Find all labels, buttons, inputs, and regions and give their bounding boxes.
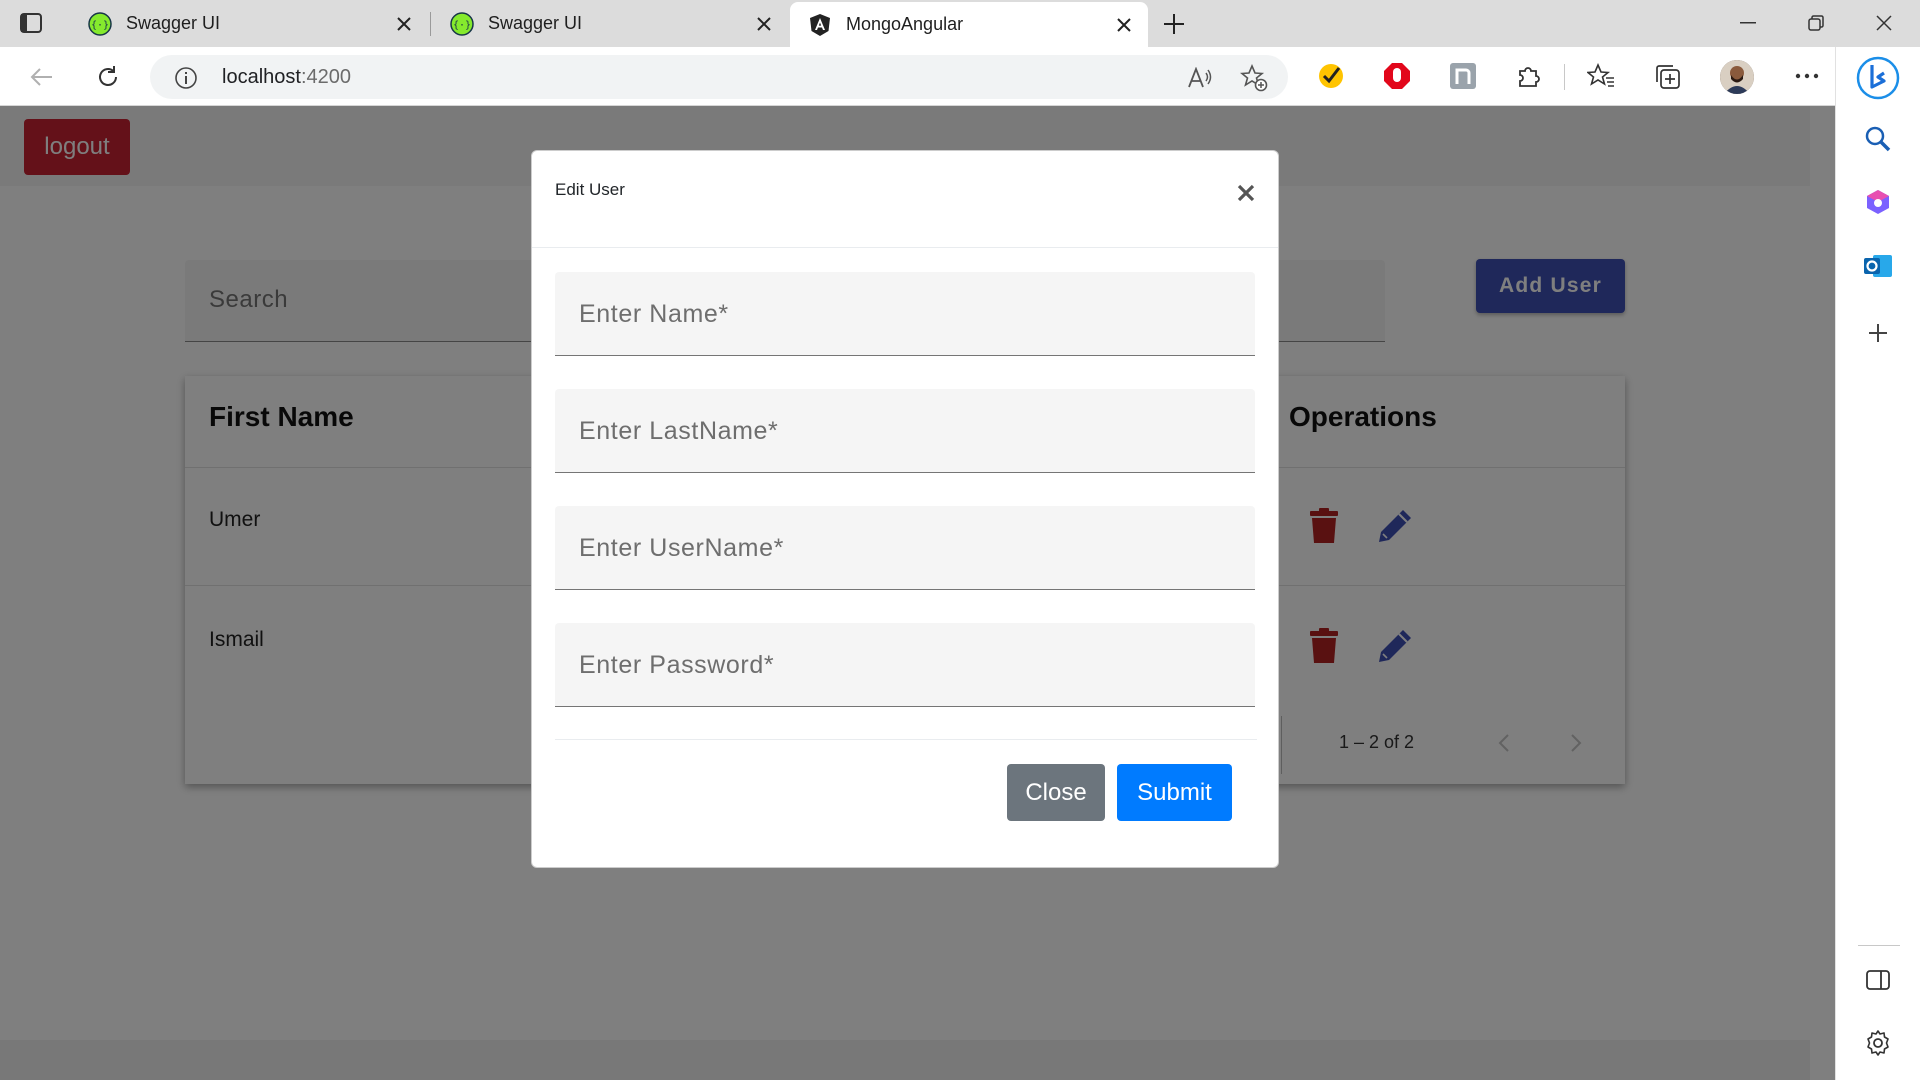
modal-title: Edit User (555, 180, 625, 199)
tab-title: MongoAngular (846, 14, 964, 34)
tab-actions-icon[interactable] (18, 11, 44, 35)
profile-avatar[interactable] (1720, 60, 1754, 94)
angular-icon (810, 13, 830, 36)
minimize-icon[interactable] (1733, 8, 1763, 38)
close-icon[interactable] (1114, 15, 1134, 35)
site-info-icon[interactable] (174, 66, 198, 90)
add-favorite-icon[interactable] (1240, 64, 1268, 92)
svg-text:{·}: {·} (453, 20, 471, 31)
office-icon[interactable] (1860, 184, 1896, 220)
address-bar[interactable]: localhost:4200 (150, 55, 1288, 99)
favorites-icon[interactable] (1584, 59, 1618, 93)
tab-mongoangular[interactable]: MongoAngular (790, 2, 1148, 47)
more-options-icon[interactable] (1790, 59, 1824, 93)
outlook-icon[interactable] (1860, 248, 1896, 284)
close-icon[interactable] (754, 14, 774, 34)
read-aloud-icon[interactable] (1186, 64, 1214, 92)
sidebar-divider (1858, 945, 1900, 946)
tab-swagger-2[interactable]: {·} Swagger UI (432, 0, 788, 47)
last-name-field[interactable]: Enter LastName* (555, 389, 1255, 473)
collections-icon[interactable] (1650, 59, 1684, 93)
username-field[interactable]: Enter UserName* (555, 506, 1255, 590)
name-field[interactable]: Enter Name* (555, 272, 1255, 356)
tab-title: Swagger UI (488, 13, 583, 33)
modal-header: Edit User (532, 151, 1278, 248)
name-placeholder: Enter Name* (579, 300, 729, 328)
window-close-icon[interactable] (1869, 8, 1899, 38)
hide-sidebar-icon[interactable] (1860, 962, 1896, 998)
close-icon[interactable] (1232, 179, 1260, 207)
swagger-icon: {·} (450, 11, 474, 36)
extensions-puzzle-icon[interactable] (1512, 59, 1546, 93)
password-placeholder: Enter Password* (579, 651, 775, 679)
adblock-icon[interactable] (1380, 59, 1414, 93)
back-arrow-icon[interactable] (25, 60, 59, 94)
edit-user-dialog: Edit User Enter Name* Enter LastName* En… (531, 150, 1279, 868)
password-field[interactable]: Enter Password* (555, 623, 1255, 707)
bing-copilot-icon[interactable] (1856, 56, 1900, 100)
notion-n-icon[interactable] (1446, 59, 1480, 93)
settings-gear-icon[interactable] (1860, 1025, 1896, 1061)
browser-tab-bar: {·} Swagger UI {·} Swagger UI MongoAngul… (0, 0, 1920, 47)
norton-check-icon[interactable] (1314, 59, 1348, 93)
refresh-icon[interactable] (91, 60, 125, 94)
edge-sidebar (1835, 47, 1920, 1080)
tab-title: Swagger UI (126, 13, 221, 33)
browser-toolbar: localhost:4200 (0, 47, 1920, 106)
submit-button[interactable]: Submit (1117, 764, 1232, 821)
modal-footer-divider (555, 739, 1257, 740)
close-icon[interactable] (394, 14, 414, 34)
toolbar-divider (1564, 64, 1565, 90)
url-text[interactable]: localhost:4200 (222, 66, 351, 89)
svg-text:{·}: {·} (91, 20, 109, 31)
tab-swagger-1[interactable]: {·} Swagger UI (70, 0, 428, 47)
search-icon[interactable] (1860, 121, 1896, 157)
restore-icon[interactable] (1801, 8, 1831, 38)
swagger-icon: {·} (88, 11, 112, 36)
close-button[interactable]: Close (1007, 764, 1105, 821)
last-name-placeholder: Enter LastName* (579, 417, 779, 445)
username-placeholder: Enter UserName* (579, 534, 784, 562)
add-sidebar-app-plus-icon[interactable] (1860, 315, 1896, 351)
tab-separator (430, 12, 431, 36)
new-tab-plus-icon[interactable] (1160, 10, 1188, 38)
